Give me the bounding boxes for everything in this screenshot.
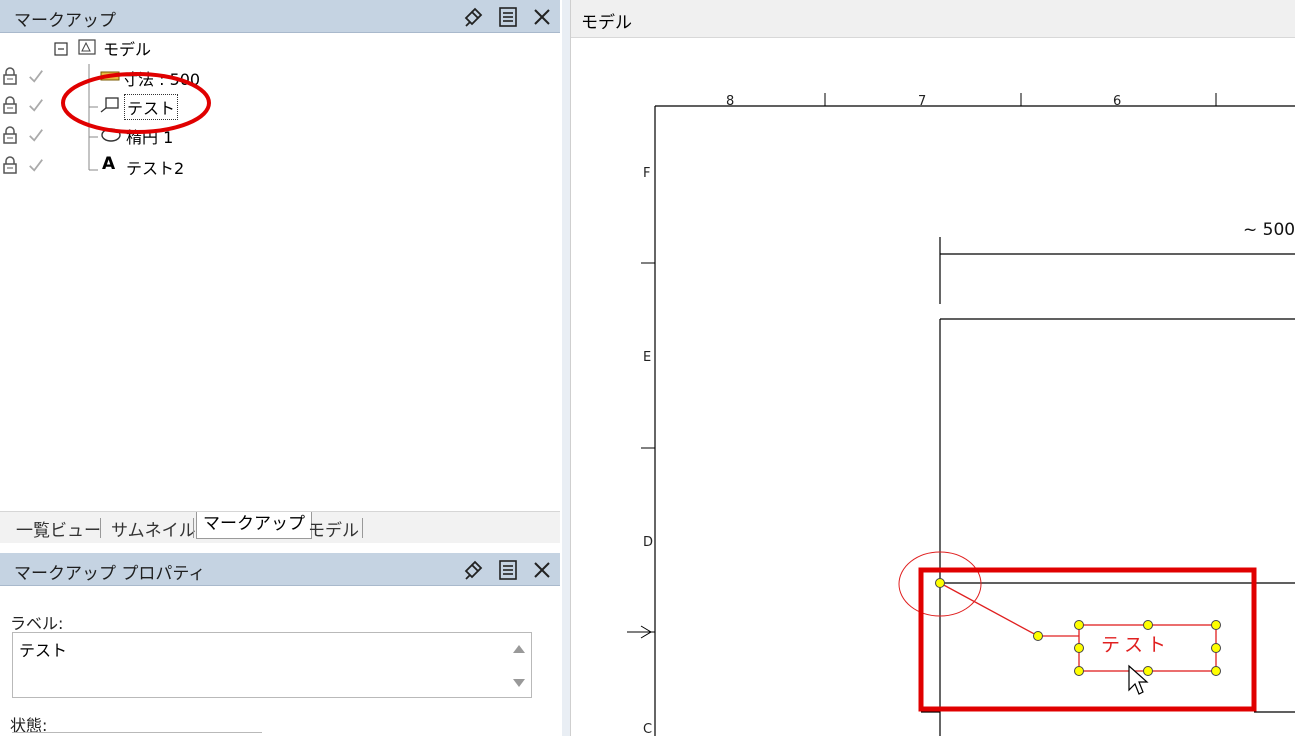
lock-icon[interactable] [2, 67, 18, 85]
resize-handle[interactable] [1074, 666, 1084, 676]
highlight-ellipse [61, 72, 211, 134]
tab-thumbnail[interactable]: サムネイル [111, 516, 196, 541]
leader-handle[interactable] [1033, 631, 1043, 641]
check-icon[interactable] [28, 126, 44, 144]
resize-handle[interactable] [1074, 643, 1084, 653]
menu-icon[interactable] [497, 559, 519, 581]
state-dropdown[interactable] [12, 732, 262, 736]
model-canvas[interactable]: 8 7 6 F E D C ~ 500 テスト [571, 39, 1295, 736]
row-label: C [643, 722, 652, 736]
tree-root-label: モデル [103, 40, 152, 59]
resize-handle[interactable] [1211, 666, 1221, 676]
scroll-up-arrow[interactable] [513, 645, 525, 653]
anchor-handle[interactable] [935, 578, 945, 588]
model-icon [78, 39, 96, 55]
resize-handle[interactable] [1143, 620, 1153, 630]
tab-list-view[interactable]: 一覧ビュー [16, 516, 101, 541]
scroll-down-arrow[interactable] [513, 679, 525, 687]
tab-separator [100, 518, 101, 538]
close-icon[interactable] [531, 559, 553, 581]
pin-icon[interactable] [462, 559, 484, 581]
tab-separator [193, 518, 194, 538]
close-icon[interactable] [531, 6, 553, 28]
lock-icon[interactable] [2, 156, 18, 174]
callout-leader[interactable] [939, 582, 1079, 637]
markup-panel-title: マークアップ [14, 11, 116, 31]
model-view-panel: モデル 8 7 6 F E D C ~ 500 テスト [570, 0, 1295, 736]
resize-handle[interactable] [1211, 620, 1221, 630]
model-view-title: モデル [581, 13, 632, 33]
column-label: 7 [918, 94, 926, 109]
dimension-text: ~ 500 [1243, 220, 1295, 240]
left-panel: マークアップ モデル 寸法: 500 テスト 楕円 1 A テスト2 一覧ビュ… [0, 0, 562, 736]
column-label: 8 [726, 94, 734, 109]
label-field-caption: ラベル: [10, 614, 64, 633]
highlight-rectangle [918, 567, 1257, 712]
markup-panel-header: マークアップ [0, 0, 560, 33]
check-icon[interactable] [28, 156, 44, 174]
resize-handle[interactable] [1211, 643, 1221, 653]
panel-tab-bar: 一覧ビュー サムネイル マークアップ モデル [0, 511, 560, 543]
row-label: D [643, 535, 653, 550]
label-value: テスト [19, 641, 68, 660]
model-view-header: モデル [571, 0, 1295, 38]
row-label: F [643, 166, 650, 181]
resize-handle[interactable] [1074, 620, 1084, 630]
lock-icon[interactable] [2, 96, 18, 114]
menu-icon[interactable] [497, 6, 519, 28]
column-label: 6 [1113, 94, 1121, 109]
panel-splitter[interactable] [562, 0, 570, 736]
row-label: E [643, 350, 651, 365]
tab-model[interactable]: モデル [308, 516, 359, 541]
callout-text: テスト [1101, 634, 1170, 656]
text-a-icon: A [102, 154, 116, 174]
tree-item-label: テスト2 [126, 159, 185, 178]
check-icon[interactable] [28, 96, 44, 114]
label-textarea[interactable]: テスト [12, 632, 532, 698]
pin-icon[interactable] [462, 6, 484, 28]
resize-handle[interactable] [1143, 666, 1153, 676]
tab-markup[interactable]: マークアップ [196, 512, 312, 539]
check-icon[interactable] [28, 67, 44, 85]
lock-icon[interactable] [2, 126, 18, 144]
selection-handles[interactable] [935, 578, 1221, 676]
properties-panel-title: マークアップ プロパティ [14, 564, 206, 584]
tab-separator [362, 518, 363, 538]
properties-panel-header: マークアップ プロパティ [0, 553, 560, 586]
